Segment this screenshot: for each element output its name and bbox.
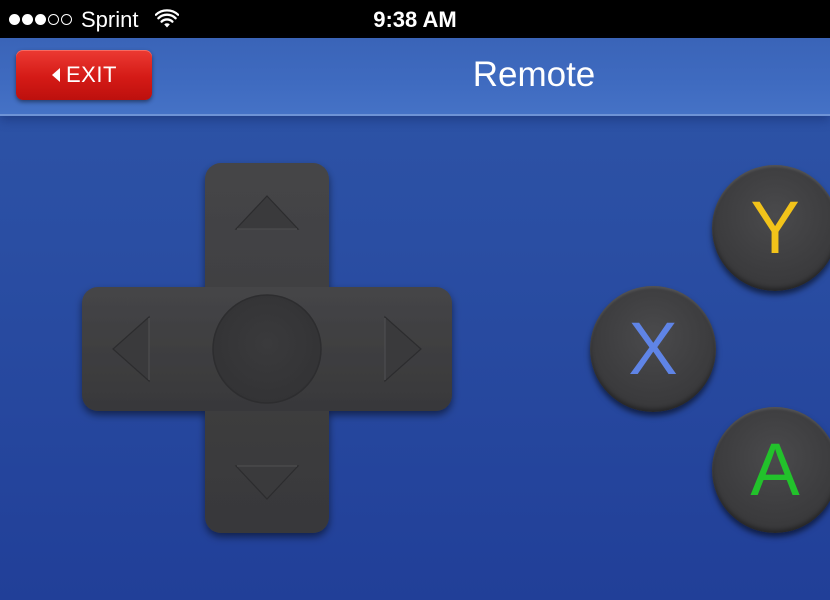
dpad-up[interactable]: [205, 163, 329, 287]
controller: Y X A: [0, 0, 830, 600]
y-button[interactable]: Y: [712, 165, 830, 291]
dpad-down[interactable]: [205, 411, 329, 535]
dpad-right[interactable]: [329, 287, 452, 411]
a-button-label: A: [750, 428, 800, 511]
a-button[interactable]: A: [712, 407, 830, 533]
x-button[interactable]: X: [590, 286, 716, 412]
triangle-up-icon: [234, 195, 300, 230]
dpad: [82, 163, 452, 535]
y-button-label: Y: [750, 186, 800, 269]
triangle-right-icon: [384, 315, 422, 383]
x-button-label: X: [628, 307, 678, 390]
dpad-left[interactable]: [82, 287, 205, 411]
remote-screen: Sprint 9:38 AM EXIT Remote Y X A: [0, 0, 830, 600]
triangle-left-icon: [112, 315, 150, 383]
triangle-down-icon: [234, 465, 300, 500]
